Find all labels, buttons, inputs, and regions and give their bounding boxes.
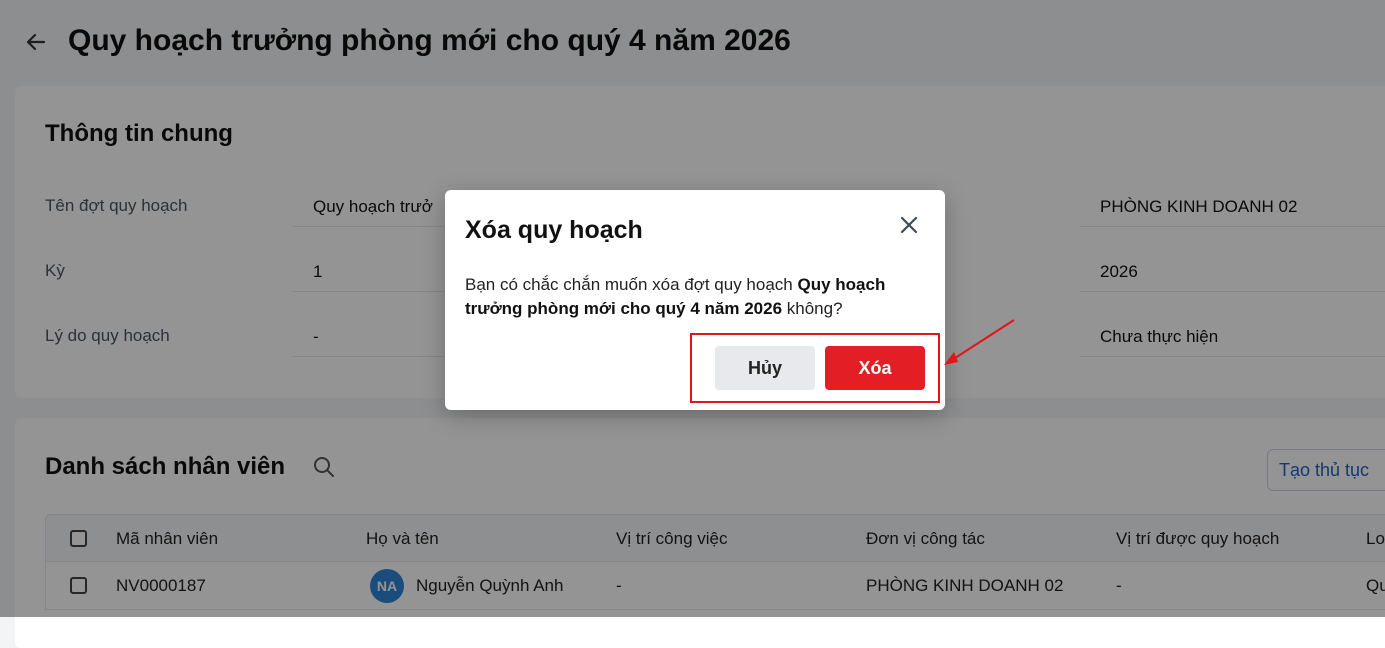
dialog-message: Bạn có chắc chắn muốn xóa đợt quy hoạch … [465,273,927,321]
dialog-title: Xóa quy hoạch [465,216,643,244]
dialog-message-suffix: không? [782,299,843,318]
annotation-arrow-icon [944,319,1015,365]
close-icon[interactable] [898,214,920,236]
annotation-highlight-box [690,333,940,403]
dialog-message-prefix: Bạn có chắc chắn muốn xóa đợt quy hoạch [465,275,798,294]
